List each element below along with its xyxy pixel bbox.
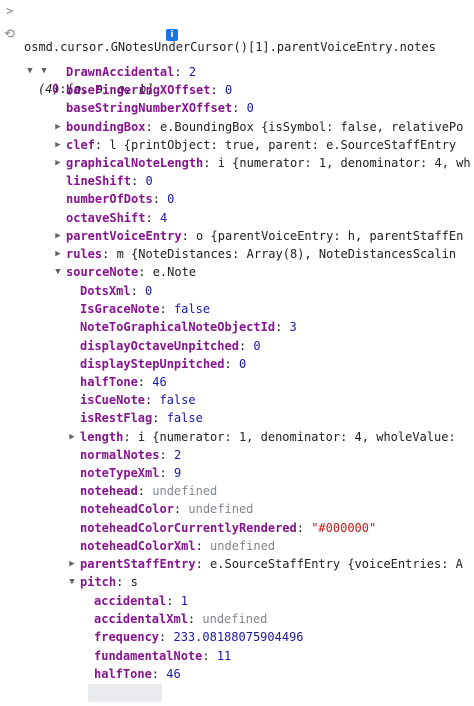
tree-key: normalNotes: [80, 447, 160, 462]
tree-key: isCueNote: [80, 393, 146, 408]
tree-value: o {parentVoiceEntry: h, parentStaffEn: [196, 228, 464, 243]
tree-key: frequency: [94, 630, 160, 645]
tree-value: 11: [216, 648, 232, 663]
tree-key: isRestFlag: [80, 411, 153, 426]
tree-value: 2: [173, 447, 182, 462]
tree-key: fundamentalNote: [94, 648, 203, 663]
tree-key: baseStringNumberXOffset: [66, 101, 233, 116]
tree-value: false: [173, 302, 211, 317]
tree-value: undefined: [210, 538, 276, 553]
tree-value: i {numerator: 1, denominator: 4, wh: [217, 156, 471, 170]
tree-value: 46: [152, 375, 167, 389]
tree-value: 0: [253, 338, 261, 353]
tree-value: 0: [145, 284, 153, 298]
tree-value: e.BoundingBox {isSymbol: false, relative…: [159, 119, 464, 134]
tree-key: clef: [66, 137, 95, 152]
collapse-triangle-icon[interactable]: ▶: [68, 428, 76, 446]
expand-triangle-icon[interactable]: ▼: [26, 62, 34, 80]
expand-triangle-icon[interactable]: ▼: [40, 62, 48, 80]
tree-key: noteheadColorXml: [80, 538, 196, 553]
tree-value: undefined: [202, 612, 268, 627]
tree-value: l {printObject: true, parent: e.SourceSt…: [109, 137, 457, 152]
collapse-triangle-icon[interactable]: ▶: [68, 555, 76, 573]
tree-value: 1: [180, 594, 188, 608]
tree-value: 233.08188075904496: [173, 630, 304, 645]
tree-key: DotsXml: [80, 284, 131, 298]
selected-row-highlight: [88, 684, 162, 702]
tree-value: 0: [246, 101, 254, 116]
tree-value: 46: [166, 666, 181, 681]
tree-key: noteTypeXml: [80, 466, 160, 480]
tree-value: undefined: [188, 502, 254, 517]
tree-value: "#000000": [311, 520, 377, 535]
expand-triangle-icon[interactable]: ▼: [68, 573, 76, 591]
collapse-triangle-icon[interactable]: ▶: [54, 245, 62, 263]
tree-value: e.SourceStaffEntry {voiceEntries: A: [210, 557, 463, 571]
tree-key: numberOfDots: [66, 192, 153, 207]
console-command-row: > osmd.cursor.GNotesUnderCursor()[1].par…: [0, 2, 436, 54]
tree-value: 0: [224, 83, 233, 98]
collapse-triangle-icon[interactable]: ▶: [54, 227, 62, 245]
tree-key: noteheadColorCurrentlyRendered: [80, 520, 297, 535]
tree-key: IsGraceNote: [80, 302, 160, 317]
tree-key: pitch: [80, 575, 117, 590]
tree-key: accidental: [94, 594, 167, 608]
console-command-text: osmd.cursor.GNotesUnderCursor()[1].paren…: [24, 40, 436, 54]
tree-item-0[interactable]: ▼ 0: o: [0, 44, 81, 96]
prompt-chevron-icon: >: [6, 4, 14, 18]
tree-key: baseFingeringXOffset: [66, 83, 211, 98]
tree-value: undefined: [152, 484, 218, 499]
tree-key: octaveShift: [66, 210, 146, 225]
expand-triangle-icon[interactable]: ▼: [54, 263, 62, 281]
tree-value: false: [166, 411, 203, 426]
tree-value: 3: [289, 320, 297, 335]
tree-value: s: [130, 575, 138, 590]
tree-value: 2: [188, 65, 197, 79]
tree-value: false: [159, 393, 196, 408]
tree-key: halfTone: [94, 666, 152, 681]
tree-key: displayOctaveUnpitched: [80, 338, 239, 353]
tree-key: sourceNote: [66, 265, 139, 280]
tree-value: i {numerator: 1, denominator: 4, wholeVa…: [137, 429, 456, 444]
collapse-triangle-icon[interactable]: ▶: [54, 136, 62, 154]
console-result-row[interactable]: ⟲ ▼ (4) [o, o, o, o] i: [0, 26, 178, 96]
tree-key: noteheadColor: [80, 502, 174, 517]
tree-key: notehead: [80, 484, 138, 499]
tree-key: lineShift: [66, 174, 132, 189]
tree-key: graphicalNoteLength: [66, 156, 204, 170]
return-arrow-icon: ⟲: [4, 27, 15, 42]
tree-key: parentStaffEntry: [80, 557, 196, 571]
tree-key: NoteToGraphicalNoteObjectId: [80, 320, 276, 335]
tree-key: displayStepUnpitched: [80, 356, 225, 371]
collapse-triangle-icon[interactable]: ▶: [54, 154, 62, 172]
tree-key: boundingBox: [66, 119, 146, 134]
tree-value: 0: [145, 174, 153, 189]
tree-value: e.Note: [152, 265, 197, 280]
tree-key: accidentalXml: [94, 612, 188, 627]
tree-key: DrawnAccidental: [66, 65, 175, 79]
tree-value: m {NoteDistances: Array(8), NoteDistance…: [116, 247, 457, 261]
tree-value: 0: [167, 192, 175, 207]
tree-value: 9: [173, 466, 182, 480]
tree-key: halfTone: [80, 375, 138, 389]
collapse-triangle-icon[interactable]: ▶: [54, 118, 62, 136]
info-icon[interactable]: i: [166, 29, 178, 41]
tree-key: length: [80, 429, 124, 444]
tree-value: 0: [238, 356, 247, 371]
tree-value: 4: [159, 210, 168, 225]
tree-key: parentVoiceEntry: [66, 228, 182, 243]
tree-key: rules: [66, 247, 103, 261]
